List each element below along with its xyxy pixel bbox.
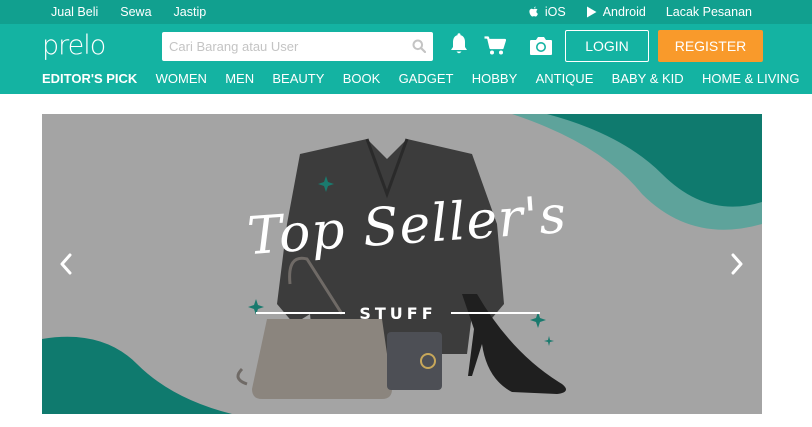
banner-artwork — [42, 114, 762, 414]
category-hobby[interactable]: HOBBY — [472, 71, 518, 86]
top-right-links: iOS Android Lacak Pesanan — [508, 0, 752, 24]
category-gadget[interactable]: GADGET — [399, 71, 454, 86]
search-icon[interactable] — [412, 39, 426, 53]
android-label: Android — [602, 5, 646, 19]
top-link-jual-beli[interactable]: Jual Beli — [51, 5, 98, 19]
prelo-logo[interactable]: prelo — [42, 30, 106, 61]
top-link-sewa[interactable]: Sewa — [120, 5, 151, 19]
track-order-label: Lacak Pesanan — [665, 5, 752, 19]
ios-label: iOS — [544, 5, 566, 19]
track-order-link[interactable]: Lacak Pesanan — [666, 5, 752, 19]
register-button[interactable]: REGISTER — [658, 30, 763, 62]
category-antique[interactable]: ANTIQUE — [536, 71, 594, 86]
ios-link[interactable]: iOS — [528, 5, 566, 19]
top-link-jastip[interactable]: Jastip — [174, 5, 207, 19]
android-link[interactable]: Android — [586, 5, 646, 19]
bell-icon[interactable] — [449, 33, 469, 57]
category-beauty[interactable]: BEAUTY — [272, 71, 324, 86]
divider-line — [256, 312, 346, 314]
search-box — [162, 32, 433, 61]
category-nav: EDITOR'S PICK WOMEN MEN BEAUTY BOOK GADG… — [42, 69, 800, 87]
cart-icon[interactable] — [484, 36, 506, 56]
category-editors-pick[interactable]: EDITOR'S PICK — [42, 71, 137, 86]
category-women[interactable]: WOMEN — [156, 71, 207, 86]
camera-icon[interactable] — [529, 35, 553, 56]
apple-icon — [529, 6, 538, 17]
main-header: prelo LOGIN REGISTER EDITOR'S PICK WOMEN… — [0, 24, 812, 94]
login-button[interactable]: LOGIN — [565, 30, 649, 62]
hero-banner[interactable]: Top Seller's STUFF — [42, 114, 762, 414]
chevron-right-icon[interactable] — [728, 252, 746, 276]
banner-subheadline: STUFF — [359, 303, 437, 323]
category-men[interactable]: MEN — [225, 71, 254, 86]
play-icon — [586, 6, 597, 18]
banner-subheadline-row: STUFF — [256, 302, 541, 324]
divider-line — [450, 312, 541, 314]
top-bar: Jual Beli Sewa Jastip iOS Android Lacak … — [0, 0, 812, 24]
category-baby-kid[interactable]: BABY & KID — [612, 71, 684, 86]
category-home-living[interactable]: HOME & LIVING — [702, 71, 800, 86]
search-input[interactable] — [162, 32, 402, 61]
chevron-left-icon[interactable] — [57, 252, 75, 276]
top-links: Jual Beli Sewa Jastip — [51, 0, 228, 24]
category-book[interactable]: BOOK — [343, 71, 381, 86]
